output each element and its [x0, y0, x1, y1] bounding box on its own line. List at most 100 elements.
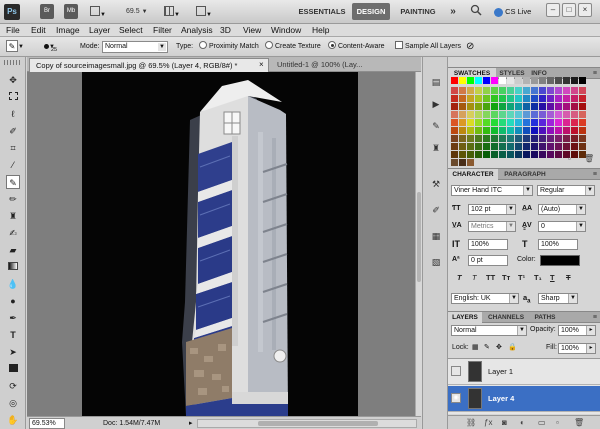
swatch[interactable] — [459, 103, 466, 110]
opacity-field[interactable]: 100% ▸ — [558, 325, 596, 336]
swatch[interactable] — [483, 127, 490, 134]
menu-3d[interactable]: 3D — [220, 24, 231, 37]
swatch[interactable] — [539, 151, 546, 158]
swatch[interactable] — [539, 143, 546, 150]
swatch[interactable] — [475, 135, 482, 142]
swatch[interactable] — [563, 135, 570, 142]
clone-source-panel-icon[interactable]: ♜ — [429, 141, 443, 155]
swatch[interactable] — [499, 119, 506, 126]
swatch[interactable] — [451, 87, 458, 94]
actions-panel-icon[interactable]: ▶ — [429, 97, 443, 111]
swatch[interactable] — [507, 103, 514, 110]
tab-channels[interactable]: CHANNELS — [483, 312, 529, 323]
swatch[interactable] — [499, 103, 506, 110]
swatch[interactable] — [515, 119, 522, 126]
crop-tool-icon[interactable]: ⌗ — [6, 141, 20, 155]
tab-character[interactable]: CHARACTER — [448, 169, 498, 180]
layer-style-icon[interactable]: ƒx — [484, 418, 492, 427]
swatch[interactable] — [507, 95, 514, 102]
swatch[interactable] — [475, 119, 482, 126]
brush-picker[interactable]: ▼ — [44, 37, 72, 57]
swatch[interactable] — [499, 95, 506, 102]
lock-all-icon[interactable]: 🔒 — [508, 343, 517, 353]
swatch-grid[interactable] — [451, 77, 587, 166]
swatch[interactable] — [483, 119, 490, 126]
swatch[interactable] — [531, 151, 538, 158]
lock-image-icon[interactable]: ✎ — [484, 343, 490, 353]
type-tool-icon[interactable]: T — [6, 328, 20, 342]
type-content-aware-radio[interactable]: Content-Aware — [328, 37, 385, 57]
kerning-field[interactable]: Metrics ▼ — [468, 221, 516, 232]
swatch[interactable] — [571, 151, 578, 158]
strikethrough-button[interactable]: T — [566, 273, 571, 282]
delete-layer-icon[interactable]: 🗑 — [574, 418, 584, 427]
swatch[interactable] — [563, 111, 570, 118]
swatch[interactable] — [547, 87, 554, 94]
swatch[interactable] — [451, 159, 458, 166]
menu-select[interactable]: Select — [119, 24, 143, 37]
menu-analysis[interactable]: Analysis — [181, 24, 213, 37]
swatch[interactable] — [563, 119, 570, 126]
clone-stamp-tool-icon[interactable]: ♜ — [6, 209, 20, 223]
text-color-swatch[interactable] — [540, 255, 580, 266]
swatch[interactable] — [475, 77, 482, 84]
swatch[interactable] — [579, 127, 586, 134]
swatch[interactable] — [475, 87, 482, 94]
spot-healing-brush-tool-icon[interactable]: ✎ — [6, 175, 20, 189]
subscript-button[interactable]: T₁ — [534, 273, 542, 282]
close-button[interactable]: × — [578, 3, 592, 17]
swatch[interactable] — [491, 103, 498, 110]
swatch[interactable] — [571, 111, 578, 118]
swatch[interactable] — [507, 135, 514, 142]
swatch[interactable] — [515, 103, 522, 110]
swatch[interactable] — [523, 135, 530, 142]
swatch[interactable] — [475, 151, 482, 158]
language-select[interactable]: English: UK ▼ — [451, 293, 519, 304]
swatch[interactable] — [531, 87, 538, 94]
view-extras-dropdown[interactable]: ▼ — [90, 4, 110, 19]
swatch[interactable] — [555, 151, 562, 158]
marquee-tool-icon[interactable] — [6, 90, 20, 104]
swatch[interactable] — [547, 103, 554, 110]
swatch[interactable] — [515, 77, 522, 84]
swatch[interactable] — [507, 151, 514, 158]
swatch[interactable] — [451, 151, 458, 158]
swatch[interactable] — [523, 103, 530, 110]
scrollbar-thumb[interactable] — [417, 192, 421, 282]
faux-italic-button[interactable]: T — [472, 273, 477, 282]
horizontal-scale-field[interactable]: 100% — [538, 239, 578, 250]
swatch[interactable] — [499, 127, 506, 134]
swatch[interactable] — [579, 135, 586, 142]
swatch[interactable] — [515, 87, 522, 94]
shape-tool-icon[interactable] — [6, 362, 20, 376]
swatch[interactable] — [555, 135, 562, 142]
anti-alias-select[interactable]: Sharp ▼ — [538, 293, 578, 304]
brush-tool-icon[interactable]: ✏ — [6, 192, 20, 206]
swatch[interactable] — [499, 151, 506, 158]
swatch[interactable] — [507, 77, 514, 84]
visibility-toggle-empty[interactable] — [451, 366, 461, 376]
swatch[interactable] — [539, 95, 546, 102]
zoom-level-dropdown[interactable]: 69.5 ▼ — [126, 4, 156, 19]
menu-layer[interactable]: Layer — [89, 24, 110, 37]
mini-bridge-button[interactable]: Mb — [64, 4, 78, 19]
hand-tool-icon[interactable]: ✋ — [6, 413, 20, 427]
screen-mode-dropdown[interactable]: ▼ — [196, 4, 216, 19]
swatch[interactable] — [451, 95, 458, 102]
history-brush-tool-icon[interactable]: ✍ — [6, 226, 20, 240]
swatch[interactable] — [475, 143, 482, 150]
more-workspaces-button[interactable]: » — [446, 3, 460, 20]
canvas-vertical-scrollbar[interactable] — [415, 72, 422, 416]
swatch[interactable] — [571, 127, 578, 134]
swatch[interactable] — [483, 87, 490, 94]
swatch[interactable] — [523, 119, 530, 126]
menu-image[interactable]: Image — [56, 24, 80, 37]
swatch[interactable] — [523, 77, 530, 84]
gradient-tool-icon[interactable] — [6, 260, 20, 274]
eye-icon[interactable]: ◉ — [451, 393, 461, 403]
mode-select[interactable]: Normal ▼ — [102, 41, 168, 53]
new-swatch-icon[interactable]: ▫ — [568, 154, 571, 163]
swatch[interactable] — [459, 111, 466, 118]
swatch[interactable] — [563, 103, 570, 110]
tool-presets-panel-icon[interactable]: ⚒ — [429, 177, 443, 191]
